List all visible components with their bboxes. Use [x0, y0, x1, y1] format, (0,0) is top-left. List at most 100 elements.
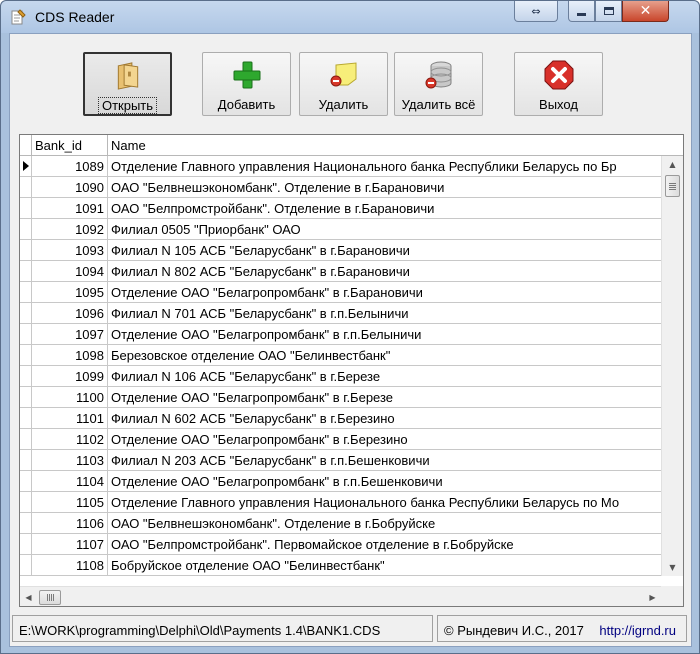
- cell-name[interactable]: Отделение Главного управления Национальн…: [108, 492, 661, 513]
- arrows-icon: ⇔: [531, 4, 541, 18]
- cell-bank-id[interactable]: 1094: [32, 261, 108, 282]
- cell-bank-id[interactable]: 1099: [32, 366, 108, 387]
- cell-bank-id[interactable]: 1090: [32, 177, 108, 198]
- row-indicator: [20, 429, 32, 450]
- table-row[interactable]: 1098 Березовское отделение ОАО "Белинвест…: [20, 345, 661, 366]
- add-button[interactable]: Добавить: [202, 52, 291, 116]
- cell-bank-id[interactable]: 1091: [32, 198, 108, 219]
- maximize-button[interactable]: [595, 1, 622, 22]
- table-row[interactable]: 1094 Филиал N 802 АСБ "Беларусбанк" в г.Б…: [20, 261, 661, 282]
- cell-bank-id[interactable]: 1108: [32, 555, 108, 576]
- cell-name[interactable]: Отделение ОАО "Белагропромбанк" в г.Бере…: [108, 429, 661, 450]
- column-header-name[interactable]: Name: [108, 135, 683, 156]
- table-row[interactable]: 1105 Отделение Главного управления Национ…: [20, 492, 661, 513]
- table-row[interactable]: 1102 Отделение ОАО "Белагропромбанк" в г.…: [20, 429, 661, 450]
- horizontal-scroll-thumb[interactable]: [39, 590, 61, 605]
- cell-bank-id[interactable]: 1107: [32, 534, 108, 555]
- table-row[interactable]: 1096 Филиал N 701 АСБ "Беларусбанк" в г.п…: [20, 303, 661, 324]
- cell-name[interactable]: ОАО "Белвнешэкономбанк". Отделение в г.Б…: [108, 513, 661, 534]
- arrow-left-icon: ◀: [25, 592, 32, 602]
- table-row[interactable]: 1106 ОАО "Белвнешэкономбанк". Отделение в…: [20, 513, 661, 534]
- exit-button-label: Выход: [539, 97, 578, 112]
- cell-bank-id[interactable]: 1089: [32, 156, 108, 177]
- table-row[interactable]: 1104 Отделение ОАО "Белагропромбанк" в г.…: [20, 471, 661, 492]
- table-row[interactable]: 1107 ОАО "Белпромстройбанк". Первомайское…: [20, 534, 661, 555]
- title-bar[interactable]: CDS Reader ⇔ ✕: [1, 1, 699, 33]
- restore-arrows-button[interactable]: ⇔: [514, 1, 558, 22]
- table-row[interactable]: 1099 Филиал N 106 АСБ "Беларусбанк" в г.Б…: [20, 366, 661, 387]
- cell-bank-id[interactable]: 1095: [32, 282, 108, 303]
- cell-bank-id[interactable]: 1097: [32, 324, 108, 345]
- table-row[interactable]: 1101 Филиал N 602 АСБ "Беларусбанк" в г.Б…: [20, 408, 661, 429]
- cell-name[interactable]: Отделение ОАО "Белагропромбанк" в г.Бере…: [108, 387, 661, 408]
- cell-name[interactable]: Филиал N 106 АСБ "Беларусбанк" в г.Берез…: [108, 366, 661, 387]
- window-title: CDS Reader: [35, 9, 115, 25]
- add-button-label: Добавить: [217, 97, 276, 112]
- cell-name[interactable]: Филиал N 701 АСБ "Беларусбанк" в г.п.Бел…: [108, 303, 661, 324]
- cell-name[interactable]: Филиал N 802 АСБ "Беларусбанк" в г.Баран…: [108, 261, 661, 282]
- cell-bank-id[interactable]: 1103: [32, 450, 108, 471]
- cell-name[interactable]: Филиал N 203 АСБ "Беларусбанк" в г.п.Беш…: [108, 450, 661, 471]
- cell-bank-id[interactable]: 1096: [32, 303, 108, 324]
- scroll-right-button[interactable]: ▶: [644, 587, 661, 607]
- table-row[interactable]: 1089 Отделение Главного управления Национ…: [20, 156, 661, 177]
- cell-bank-id[interactable]: 1093: [32, 240, 108, 261]
- table-row[interactable]: 1092 Филиал 0505 "Приорбанк" ОАО: [20, 219, 661, 240]
- close-button[interactable]: ✕: [622, 1, 669, 22]
- table-row[interactable]: 1093 Филиал N 105 АСБ "Беларусбанк" в г.Б…: [20, 240, 661, 261]
- row-indicator: [20, 408, 32, 429]
- exit-button[interactable]: Выход: [514, 52, 603, 116]
- cell-name[interactable]: ОАО "Белпромстройбанк". Отделение в г.Ба…: [108, 198, 661, 219]
- open-button[interactable]: Открыть: [83, 52, 172, 116]
- minimize-button[interactable]: [568, 1, 595, 22]
- table-row[interactable]: 1090 ОАО "Белвнешэкономбанк". Отделение в…: [20, 177, 661, 198]
- cell-bank-id[interactable]: 1101: [32, 408, 108, 429]
- banks-grid[interactable]: Bank_id Name 1089 Отделение Главного упра…: [19, 134, 684, 607]
- table-row[interactable]: 1095 Отделение ОАО "Белагропромбанк" в г.…: [20, 282, 661, 303]
- folder-icon: [117, 62, 138, 90]
- cell-name[interactable]: Отделение ОАО "Белагропромбанк" в г.Бара…: [108, 282, 661, 303]
- table-row[interactable]: 1103 Филиал N 203 АСБ "Беларусбанк" в г.п…: [20, 450, 661, 471]
- current-row-pointer-icon: [23, 161, 29, 171]
- delete-button[interactable]: Удалить: [299, 52, 388, 116]
- cell-bank-id[interactable]: 1102: [32, 429, 108, 450]
- cell-name[interactable]: Бобруйское отделение ОАО "Белинвестбанк": [108, 555, 661, 576]
- delete-all-button[interactable]: Удалить всё: [394, 52, 483, 116]
- cell-bank-id[interactable]: 1100: [32, 387, 108, 408]
- cell-name[interactable]: Отделение Главного управления Национальн…: [108, 156, 661, 177]
- scrollbar-corner: [661, 586, 683, 606]
- cell-name[interactable]: ОАО "Белпромстройбанк". Первомайское отд…: [108, 534, 661, 555]
- table-row[interactable]: 1097 Отделение ОАО "Белагропромбанк" в г.…: [20, 324, 661, 345]
- cell-bank-id[interactable]: 1105: [32, 492, 108, 513]
- row-indicator: [20, 198, 32, 219]
- vertical-scroll-thumb[interactable]: [665, 175, 680, 197]
- row-indicator: [20, 471, 32, 492]
- table-row[interactable]: 1108 Бобруйское отделение ОАО "Белинвестб…: [20, 555, 661, 576]
- cell-name[interactable]: Отделение ОАО "Белагропромбанк" в г.п.Бе…: [108, 324, 661, 345]
- vertical-scrollbar[interactable]: ▲ ▼: [661, 156, 683, 576]
- cell-name[interactable]: Филиал N 105 АСБ "Беларусбанк" в г.Баран…: [108, 240, 661, 261]
- cell-name[interactable]: ОАО "Белвнешэкономбанк". Отделение в г.Б…: [108, 177, 661, 198]
- scroll-down-button[interactable]: ▼: [662, 559, 683, 576]
- cell-bank-id[interactable]: 1092: [32, 219, 108, 240]
- website-link[interactable]: http://igrnd.ru: [599, 623, 676, 638]
- scroll-up-button[interactable]: ▲: [662, 156, 683, 173]
- close-icon: ✕: [639, 3, 652, 19]
- cell-bank-id[interactable]: 1106: [32, 513, 108, 534]
- column-header-bank-id[interactable]: Bank_id: [32, 135, 108, 156]
- horizontal-scrollbar[interactable]: ◀ ▶: [20, 586, 683, 606]
- cell-name[interactable]: Отделение ОАО "Белагропромбанк" в г.п.Бе…: [108, 471, 661, 492]
- arrow-right-icon: ▶: [649, 592, 656, 602]
- row-indicator: [20, 513, 32, 534]
- row-indicator: [20, 366, 32, 387]
- table-row[interactable]: 1091 ОАО "Белпромстройбанк". Отделение в …: [20, 198, 661, 219]
- cell-bank-id[interactable]: 1104: [32, 471, 108, 492]
- cell-name[interactable]: Филиал 0505 "Приорбанк" ОАО: [108, 219, 661, 240]
- cell-name[interactable]: Березовское отделение ОАО "Белинвестбанк…: [108, 345, 661, 366]
- minimize-icon: [577, 12, 586, 16]
- scroll-left-button[interactable]: ◀: [20, 587, 37, 607]
- cell-bank-id[interactable]: 1098: [32, 345, 108, 366]
- cell-name[interactable]: Филиал N 602 АСБ "Беларусбанк" в г.Берез…: [108, 408, 661, 429]
- table-row[interactable]: 1100 Отделение ОАО "Белагропромбанк" в г.…: [20, 387, 661, 408]
- row-indicator: [20, 303, 32, 324]
